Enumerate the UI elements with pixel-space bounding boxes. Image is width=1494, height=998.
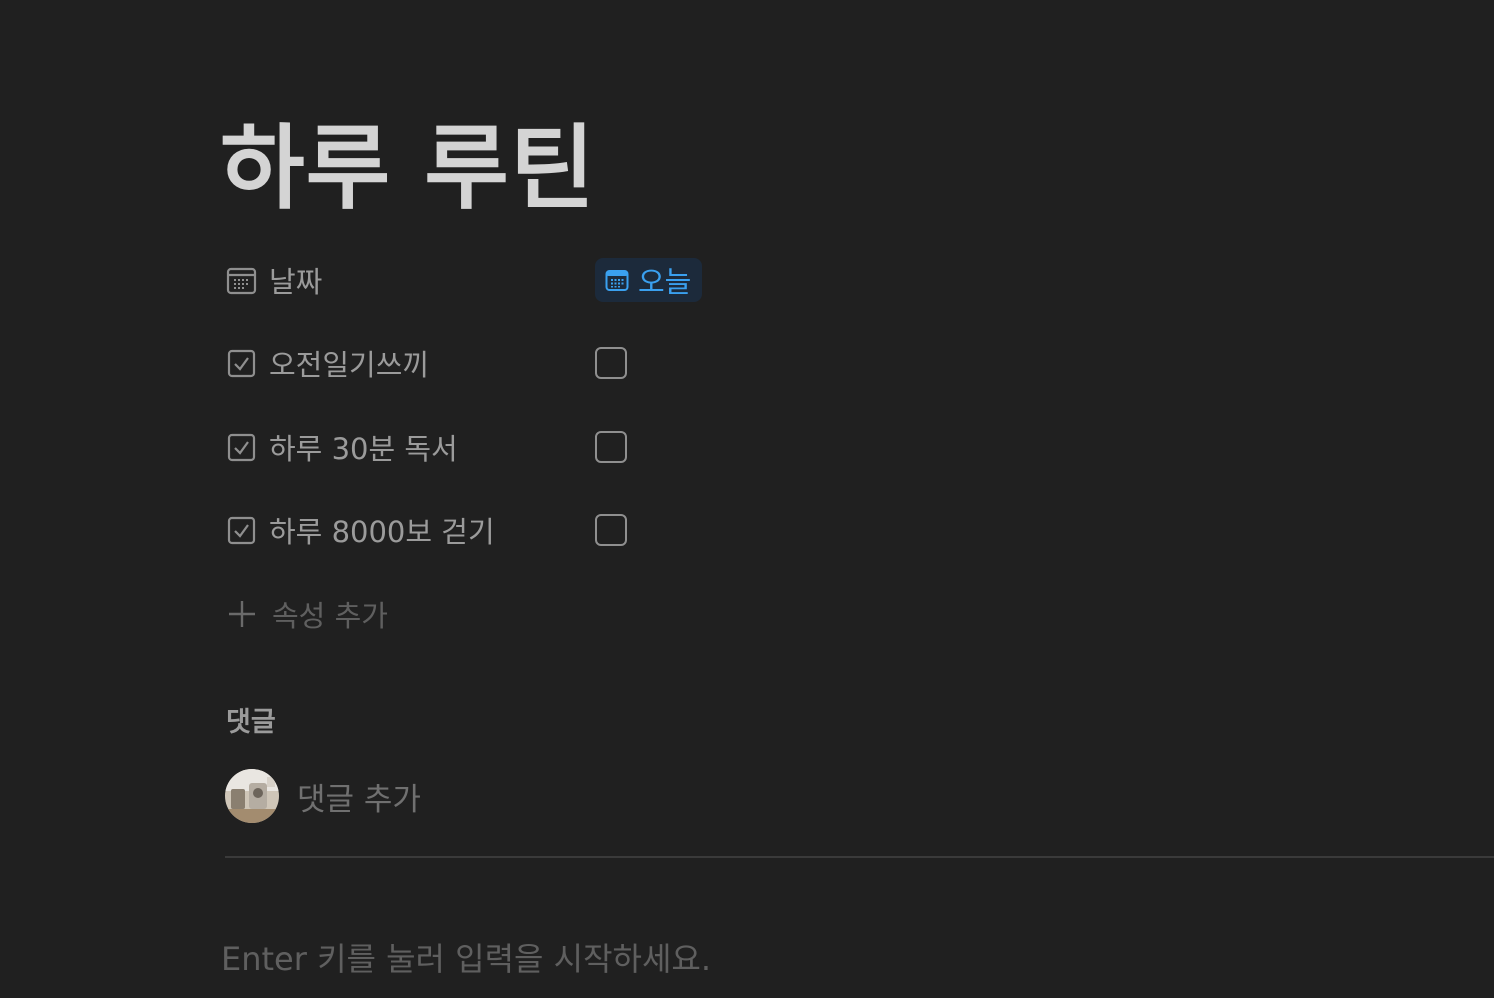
- checkbox[interactable]: [595, 431, 627, 463]
- property-label: 날짜: [269, 265, 323, 299]
- date-value: 오늘: [638, 265, 692, 299]
- property-name-date[interactable]: 날짜: [226, 258, 322, 302]
- property-name-checkbox[interactable]: 하루 30분 독서: [226, 425, 458, 469]
- property-value-checkbox: [595, 341, 627, 385]
- property-label: 오전일기쓰끼: [269, 348, 430, 382]
- property-value-checkbox: [595, 425, 627, 469]
- property-row-checkbox: 오전일기쓰끼: [226, 341, 826, 385]
- page-title[interactable]: 하루 루틴: [220, 118, 596, 219]
- checkbox-property-icon: [226, 348, 257, 379]
- checkbox-property-icon: [226, 515, 257, 546]
- checkbox[interactable]: [595, 347, 627, 379]
- date-chip[interactable]: 오늘: [595, 258, 703, 302]
- property-label: 하루 8000보 걷기: [269, 515, 495, 549]
- property-label: 하루 30분 독서: [269, 432, 458, 466]
- calendar-icon: [226, 265, 257, 296]
- comment-input[interactable]: 댓글 추가: [297, 774, 421, 819]
- divider: [225, 856, 1494, 858]
- calendar-icon: [605, 270, 629, 291]
- avatar: [225, 769, 279, 823]
- property-name-checkbox[interactable]: 하루 8000보 걷기: [226, 508, 495, 552]
- comment-composer: 댓글 추가: [225, 769, 421, 823]
- page: 하루 루틴 날짜 오늘 오전일기쓰끼 하루 30분 독서 하루 8000보 걷기…: [0, 0, 1494, 998]
- property-name-checkbox[interactable]: 오전일기쓰끼: [226, 341, 429, 385]
- checkbox[interactable]: [595, 514, 627, 546]
- add-property-button[interactable]: 속성 추가: [226, 591, 388, 637]
- property-row-checkbox: 하루 30분 독서: [226, 425, 826, 469]
- property-value-date: 오늘: [595, 258, 703, 302]
- property-row-checkbox: 하루 8000보 걷기: [226, 508, 826, 552]
- property-row-date: 날짜 오늘: [226, 258, 826, 302]
- property-value-checkbox: [595, 508, 627, 552]
- plus-icon: [229, 601, 255, 627]
- comments-heading: 댓글: [226, 707, 276, 738]
- page-body-input[interactable]: Enter 키를 눌러 입력을 시작하세요.: [221, 934, 711, 980]
- checkbox-property-icon: [226, 432, 257, 463]
- add-property-label: 속성 추가: [272, 599, 388, 633]
